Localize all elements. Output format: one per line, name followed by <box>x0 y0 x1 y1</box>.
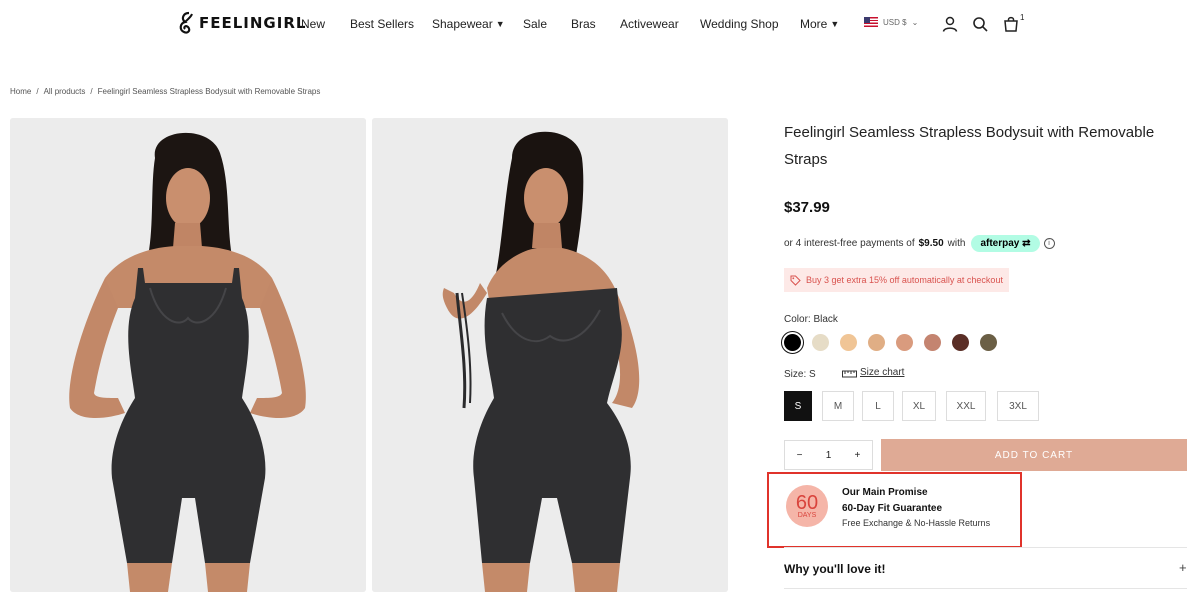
logo-text: FEELINGIRL <box>199 14 307 32</box>
divider <box>784 588 1187 589</box>
size-option[interactable]: M <box>822 391 854 421</box>
product-price: $37.99 <box>784 199 830 216</box>
qty-increase-button[interactable]: + <box>855 450 861 461</box>
size-option[interactable]: S <box>784 391 812 421</box>
size-label: Size: S <box>784 369 816 380</box>
nav-new-label: New <box>301 17 326 31</box>
brand-logo[interactable]: FEELINGIRL <box>177 11 306 35</box>
sixty-days-badge: 60 DAYS <box>786 485 828 527</box>
nav-best-sellers-label: Best Sellers <box>350 17 415 31</box>
nav-shapewear-label: Shapewear <box>432 17 493 31</box>
afterpay-arrows-icon: ⇄ <box>1022 237 1031 249</box>
afterpay-label: afterpay <box>980 237 1020 249</box>
nav-activewear-label: Activewear <box>620 17 679 31</box>
chevron-down-icon: ⌄ <box>911 17 919 27</box>
nav-activewear[interactable]: Activewear <box>620 17 679 31</box>
breadcrumb-all-products[interactable]: All products <box>44 87 86 96</box>
size-option[interactable]: XXL <box>946 391 986 421</box>
breadcrumb-current: Feelingirl Seamless Strapless Bodysuit w… <box>97 87 321 96</box>
installment-with: with <box>947 237 966 249</box>
badge-unit: DAYS <box>797 511 817 519</box>
chevron-down-icon: ▼ <box>830 19 840 29</box>
promo-text: Buy 3 get extra 15% off automatically at… <box>806 275 1003 285</box>
nav-sale-label: Sale <box>523 17 548 31</box>
size-option[interactable]: 3XL <box>997 391 1039 421</box>
color-swatch[interactable] <box>896 334 913 351</box>
size-chart-label: Size chart <box>860 367 905 378</box>
nav-wedding-shop-label: Wedding Shop <box>700 17 779 31</box>
color-swatch[interactable] <box>812 334 829 351</box>
color-swatch[interactable] <box>840 334 857 351</box>
color-swatch[interactable] <box>781 331 804 354</box>
ruler-icon <box>842 370 857 377</box>
tag-icon <box>790 275 801 286</box>
installment-info: or 4 interest-free payments of $9.50 wit… <box>784 233 1055 253</box>
search-icon[interactable] <box>971 15 989 33</box>
qty-decrease-button[interactable]: − <box>797 450 803 461</box>
currency-label: USD $ <box>883 17 907 27</box>
color-swatch[interactable] <box>952 334 969 351</box>
product-image-side[interactable] <box>372 118 728 592</box>
chevron-down-icon: ▼ <box>495 19 505 29</box>
breadcrumb-home[interactable]: Home <box>10 87 31 96</box>
promo-banner: Buy 3 get extra 15% off automatically at… <box>784 268 1009 292</box>
accordion-why-love-it[interactable]: Why you'll love it! <box>784 562 886 576</box>
breadcrumb-separator: / <box>90 87 93 96</box>
divider <box>784 547 1187 548</box>
account-icon[interactable] <box>941 15 959 33</box>
plus-icon[interactable]: + <box>1179 560 1187 575</box>
cart-icon[interactable] <box>1002 15 1020 33</box>
color-label: Color: Black <box>784 314 838 325</box>
nav-bras[interactable]: Bras <box>571 17 596 31</box>
model-front-illustration <box>10 118 366 592</box>
nav-more[interactable]: More ▼ <box>800 17 839 31</box>
nav-wedding-shop[interactable]: Wedding Shop <box>700 17 779 31</box>
color-swatch[interactable] <box>980 334 997 351</box>
promise-title: Our Main Promise <box>842 487 928 498</box>
installment-prefix: or 4 interest-free payments of <box>784 237 915 249</box>
add-to-cart-button[interactable]: ADD TO CART <box>881 439 1187 471</box>
breadcrumb: Home / All products / Feelingirl Seamles… <box>10 87 320 96</box>
breadcrumb-separator: / <box>36 87 39 96</box>
nav-best-sellers[interactable]: Best Sellers <box>350 17 414 31</box>
nav-bras-label: Bras <box>571 17 596 31</box>
logo-icon <box>179 11 193 34</box>
us-flag-icon <box>864 17 878 27</box>
nav-new[interactable]: New <box>301 17 325 31</box>
model-side-illustration <box>372 118 728 592</box>
promise-description: Free Exchange & No-Hassle Returns <box>842 518 991 528</box>
qty-value: 1 <box>825 449 832 461</box>
afterpay-badge[interactable]: afterpay ⇄ <box>971 234 1040 252</box>
size-option[interactable]: XL <box>902 391 936 421</box>
badge-number: 60 <box>795 491 819 514</box>
size-option[interactable]: L <box>862 391 894 421</box>
product-title: Feelingirl Seamless Strapless Bodysuit w… <box>784 124 1155 168</box>
top-navigation: FEELINGIRL New Best Sellers Shapewear ▼ S… <box>0 0 1198 50</box>
color-swatch[interactable] <box>868 334 885 351</box>
promise-subtitle: 60-Day Fit Guarantee <box>842 503 943 514</box>
nav-sale[interactable]: Sale <box>523 17 547 31</box>
product-image-front[interactable] <box>10 118 366 592</box>
cart-count-badge: 1 <box>1020 13 1025 22</box>
info-icon[interactable]: i <box>1043 237 1055 249</box>
installment-amount: $9.50 <box>918 237 944 249</box>
size-chart-link[interactable]: Size chart <box>842 367 904 378</box>
nav-shapewear[interactable]: Shapewear ▼ <box>432 17 505 31</box>
nav-more-label: More <box>800 17 828 31</box>
color-swatch[interactable] <box>924 334 941 351</box>
currency-selector[interactable]: USD $ ⌄ <box>864 17 918 27</box>
quantity-stepper[interactable]: − 1 + <box>784 440 873 470</box>
